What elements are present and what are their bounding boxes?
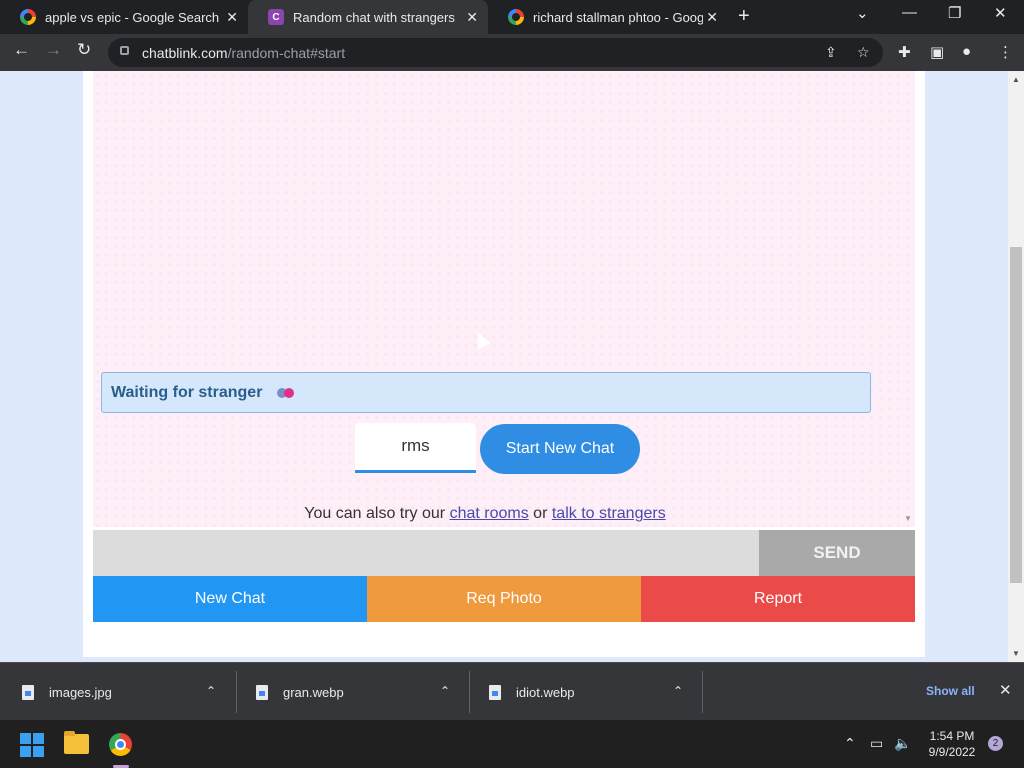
clock-date: 9/9/2022 [928, 745, 976, 759]
message-input[interactable] [93, 530, 759, 576]
reload-icon[interactable]: ↻ [77, 40, 91, 60]
status-bar: Waiting for stranger [101, 372, 871, 413]
chat-log[interactable]: Waiting for stranger rms Start New Chat … [93, 71, 915, 527]
back-icon[interactable]: ← [13, 40, 30, 60]
status-text: Waiting for stranger [111, 384, 263, 401]
forward-icon[interactable]: → [45, 40, 62, 60]
tab-strip: apple vs epic - Google Search ✕ C Random… [0, 0, 1024, 34]
download-bar: images.jpg ⌃ gran.webp ⌃ idiot.webp ⌃ Sh… [0, 662, 1024, 720]
start-new-chat-button[interactable]: Start New Chat [480, 424, 640, 474]
divider [236, 671, 237, 713]
divider [469, 671, 470, 713]
new-tab-button[interactable]: + [738, 5, 750, 28]
tab-stallman-photo[interactable]: richard stallman phtoo - Google ✕ [488, 0, 728, 34]
send-button[interactable]: SEND [759, 530, 915, 576]
file-icon [489, 684, 501, 700]
close-tab-icon[interactable]: ✕ [226, 9, 238, 26]
download-item[interactable]: images.jpg ⌃ [22, 663, 222, 721]
close-download-bar-icon[interactable]: ✕ [999, 681, 1012, 699]
chevron-up-icon[interactable]: ⌃ [673, 684, 683, 698]
new-chat-button[interactable]: New Chat [93, 576, 367, 622]
volume-icon[interactable]: 🔈 [894, 735, 911, 752]
chatblink-icon: C [268, 9, 284, 25]
report-button[interactable]: Report [641, 576, 915, 622]
chatlog-scroll-down-icon[interactable]: ▼ [904, 514, 912, 523]
tab-title: richard stallman phtoo - Google [533, 9, 703, 25]
interest-input[interactable]: rms [355, 423, 476, 473]
scroll-down-icon[interactable]: ▼ [1012, 649, 1020, 658]
clock-time: 1:54 PM [929, 729, 975, 743]
chevron-up-icon[interactable]: ⌃ [440, 684, 450, 698]
chevron-up-icon[interactable]: ⌃ [206, 684, 216, 698]
file-icon [256, 684, 268, 700]
network-icon[interactable]: ▭ [870, 735, 883, 752]
loading-dots-icon [276, 385, 294, 403]
url-text[interactable]: chatblink.com/random-chat#start [142, 45, 345, 61]
scroll-up-icon[interactable]: ▲ [1012, 75, 1020, 84]
file-icon [22, 684, 34, 700]
side-panel-icon[interactable]: ▣ [930, 43, 944, 61]
share-icon[interactable]: ⇪ [825, 44, 837, 61]
show-all-button[interactable]: Show all [926, 684, 975, 698]
tab-random-chat[interactable]: C Random chat with strangers ✕ [248, 0, 488, 34]
tab-title: Random chat with strangers [293, 9, 455, 25]
tab-apple-vs-epic[interactable]: apple vs epic - Google Search ✕ [0, 0, 248, 34]
tray-chevron-up-icon[interactable]: ⌃ [844, 735, 856, 752]
browser-toolbar: ← → ↻ chatblink.com/random-chat#start ⇪ … [0, 34, 1024, 71]
system-clock[interactable]: 1:54 PM 9/9/2022 [920, 728, 984, 760]
window-close-icon[interactable]: ✕ [994, 4, 1007, 22]
download-filename: idiot.webp [516, 684, 575, 700]
page-viewport: Waiting for stranger rms Start New Chat … [0, 71, 1008, 662]
bookmark-star-icon[interactable]: ☆ [857, 44, 870, 61]
windows-start-icon[interactable] [20, 733, 44, 757]
talk-to-strangers-link[interactable]: talk to strangers [552, 505, 666, 522]
tab-title: apple vs epic - Google Search [45, 9, 220, 25]
req-photo-button[interactable]: Req Photo [367, 576, 641, 622]
profile-icon[interactable]: ● [962, 43, 971, 60]
close-tab-icon[interactable]: ✕ [466, 9, 478, 26]
menu-icon[interactable]: ⋮ [998, 43, 1013, 61]
chrome-icon[interactable] [109, 733, 132, 756]
tab-search-icon[interactable]: ⌄ [856, 4, 869, 22]
download-filename: images.jpg [49, 684, 112, 700]
windows-taskbar: ⌃ ▭ 🔈 1:54 PM 9/9/2022 2 [0, 720, 1024, 768]
close-tab-icon[interactable]: ✕ [706, 9, 718, 26]
google-icon [20, 9, 36, 25]
scrollbar-thumb[interactable] [1010, 247, 1022, 583]
notification-badge[interactable]: 2 [988, 736, 1003, 751]
minimize-icon[interactable]: — [902, 4, 917, 21]
chat-rooms-link[interactable]: chat rooms [450, 505, 529, 522]
download-item[interactable]: gran.webp ⌃ [256, 663, 456, 721]
chat-container: Waiting for stranger rms Start New Chat … [83, 71, 925, 657]
google-icon [508, 9, 524, 25]
download-item[interactable]: idiot.webp ⌃ [489, 663, 689, 721]
address-bar[interactable]: chatblink.com/random-chat#start ⇪ ☆ [108, 38, 883, 67]
extensions-icon[interactable]: ✚ [898, 43, 911, 61]
file-explorer-icon[interactable] [64, 731, 89, 754]
also-try-text: You can also try our chat rooms or talk … [304, 505, 666, 522]
lock-icon [120, 46, 129, 55]
divider [702, 671, 703, 713]
download-filename: gran.webp [283, 684, 344, 700]
restore-icon[interactable]: ❐ [948, 4, 961, 22]
page-scrollbar[interactable]: ▲ ▼ [1008, 71, 1024, 662]
